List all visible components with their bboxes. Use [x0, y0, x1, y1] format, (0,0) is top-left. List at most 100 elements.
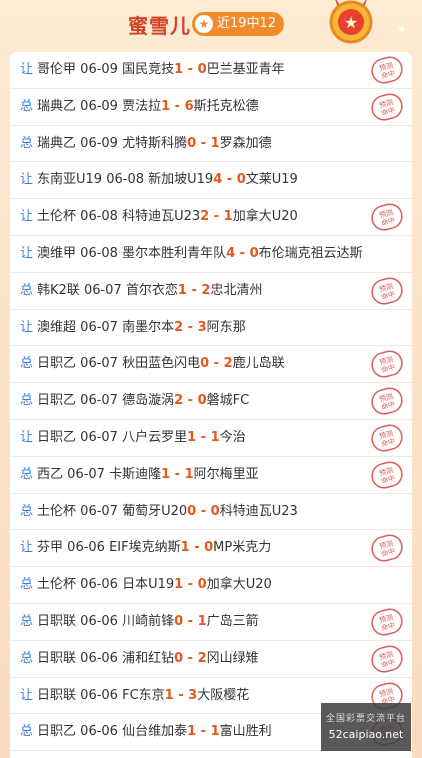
away-team: 富山胜利 — [219, 724, 272, 740]
away-score: 0 — [204, 540, 214, 556]
home-team: 尤特斯科腾 — [122, 135, 188, 151]
list-item[interactable]: 让芬甲 06-06 EIF埃克纳斯1 - 0MP米克力 预测 命中 — [10, 530, 412, 568]
list-item[interactable]: 总日职乙 06-07 德岛漩涡2 - 0磐城FC 预测 命中 — [10, 383, 412, 420]
match-date: 06-08 — [80, 245, 118, 261]
pick-type: 让 — [20, 540, 34, 556]
score-separator: - — [183, 62, 198, 77]
away-team: 大阪樱花 — [197, 687, 250, 703]
away-team: 鹿儿岛联 — [232, 356, 285, 372]
league: 土伦杯 — [37, 577, 77, 593]
away-team: 布伦瑞克祖云达斯 — [258, 245, 363, 261]
prediction-list: 让哥伦甲 06-09 国民竞技1 - 0巴兰基亚青年 预测 命中总瑞典乙 06-09… — [10, 52, 412, 758]
pick-type: 总 — [20, 282, 34, 298]
list-item[interactable]: 让日职乙 06-07 八户云罗里1 - 1今治 预测 命中 — [10, 420, 412, 457]
match-date: 06-09 — [80, 62, 118, 77]
home-score: 0 — [174, 613, 184, 629]
list-item[interactable]: 让澳维超 06-07 南墨尔本2 - 3阿东那 — [10, 310, 412, 347]
home-score: 4 — [213, 172, 223, 188]
league: 土伦杯 — [37, 209, 77, 225]
pick-type: 让 — [20, 62, 34, 77]
hit-stamp-icon: 预测命中 — [371, 56, 403, 84]
pick-type: 让 — [20, 319, 34, 335]
score-separator: - — [196, 429, 211, 445]
away-score: 0 — [249, 245, 259, 261]
list-item[interactable]: 总日职乙 06-07 秋田蓝色闪电0 - 2鹿儿岛联 预测 命中 — [10, 346, 412, 384]
list-item[interactable]: 总日职联 06-06 浦和红钻0 - 2冈山绿雉 预测 命中 — [10, 641, 412, 678]
record-badge: ★ 近19中12 — [192, 12, 284, 36]
pick-type: 总 — [20, 98, 34, 114]
home-score: 0 — [200, 356, 210, 372]
away-score: 6 — [184, 98, 194, 114]
away-team: 文莱U19 — [245, 172, 298, 188]
home-score: 1 — [161, 98, 171, 114]
pick-type: 总 — [20, 724, 34, 740]
hit-stamp-icon: 预测命中 — [371, 534, 403, 562]
away-team: 科特迪瓦U23 — [219, 503, 298, 519]
home-score: 1 — [187, 724, 197, 740]
list-item[interactable]: 让东南亚U19 06-08 新加坡U194 - 0文莱U19 — [10, 162, 412, 200]
away-team: 阿东那 — [206, 319, 246, 335]
league: 日职乙 — [37, 724, 77, 740]
score-separator: - — [209, 209, 224, 225]
away-score: 1 — [210, 429, 220, 445]
hit-stamp-icon: 预测命中 — [371, 461, 403, 489]
pick-type: 总 — [20, 393, 34, 409]
pick-type: 让 — [20, 687, 34, 703]
home-score: 1 — [177, 282, 187, 298]
league: 西乙 — [37, 466, 64, 482]
away-team: 广岛三箭 — [206, 613, 259, 629]
league: 瑞典乙 — [37, 98, 77, 114]
hit-stamp-icon: 预测命中 — [371, 608, 403, 636]
score-separator: - — [209, 356, 224, 372]
away-team: 加拿大U20 — [232, 209, 298, 225]
list-item[interactable]: 总瑞典乙 06-09 尤特斯科腾0 - 1罗森加德 — [10, 126, 412, 163]
list-item[interactable]: 总土伦杯 06-06 日本U191 - 0加拿大U20 — [10, 567, 412, 604]
match-date: 06-07 — [80, 319, 118, 335]
league: 瑞典乙 — [37, 135, 77, 151]
home-team: 国民竞技 — [122, 62, 175, 77]
list-item[interactable]: 总土伦杯 06-07 葡萄牙U200 - 0科特迪瓦U23 — [10, 494, 412, 531]
hit-stamp-icon: 预测命中 — [371, 387, 403, 415]
score-separator: - — [196, 503, 211, 519]
match-date: 06-07 — [80, 503, 118, 519]
list-item[interactable]: 总瑞典乙 06-09 贾法拉1 - 6斯托克松德 预测 命中 — [10, 89, 412, 126]
record-text: 近19中12 — [217, 16, 277, 31]
league: 哥伦甲 — [37, 62, 77, 77]
home-score: 1 — [161, 466, 171, 482]
hit-stamp-icon: 预测命中 — [371, 93, 403, 121]
away-team: 今治 — [219, 429, 246, 445]
away-team: 冈山绿雉 — [206, 650, 259, 666]
away-score: 1 — [184, 466, 194, 482]
home-team: 南墨尔本 — [122, 319, 175, 335]
list-item[interactable]: 总日职联 06-06 川崎前锋0 - 1广岛三箭 预测 命中 — [10, 604, 412, 641]
list-item[interactable]: 总韩K2联 06-07 首尔衣恋1 - 2忠北清州 预测 命中 — [10, 273, 412, 310]
score-separator: - — [183, 613, 198, 629]
sparkle-icon: ✦ — [396, 22, 408, 38]
away-team: 磐城FC — [206, 393, 250, 409]
home-score: 1 — [174, 577, 184, 593]
away-team: 加拿大U20 — [206, 577, 272, 593]
list-item[interactable]: 让哥伦甲 06-09 国民竞技1 - 0巴兰基亚青年 预测 命中 — [10, 52, 412, 89]
match-date: 06-07 — [80, 393, 118, 409]
list-item[interactable]: 总西乙 06-07 卡斯迪隆1 - 1阿尔梅里亚 预测 命中 — [10, 457, 412, 494]
star-icon: ★ — [195, 15, 213, 33]
away-score: 1 — [223, 209, 233, 225]
hit-stamp-icon: 预测命中 — [371, 277, 403, 305]
home-score: 0 — [187, 503, 197, 519]
away-team: 阿尔梅里亚 — [193, 466, 259, 482]
home-score: 1 — [174, 62, 184, 77]
list-item[interactable]: 让土伦杯 06-08 科特迪瓦U232 - 1加拿大U20 预测 命中 — [10, 199, 412, 236]
home-score: 0 — [187, 135, 197, 151]
league: 澳维超 — [37, 319, 77, 335]
league: 日职联 — [37, 650, 77, 666]
expert-name: 蜜雪儿 — [128, 14, 191, 38]
list-item[interactable]: 让澳维甲 06-08 墨尔本胜利青年队4 - 0布伦瑞克祖云达斯 — [10, 236, 412, 273]
pick-type: 总 — [20, 613, 34, 629]
pick-type: 总 — [20, 466, 34, 482]
match-date: 06-09 — [80, 98, 118, 114]
home-team: EIF埃克纳斯 — [109, 540, 181, 556]
league: 日职联 — [37, 687, 77, 703]
home-score: 4 — [226, 245, 236, 261]
hit-stamp-icon: 预测命中 — [371, 350, 403, 378]
away-team: 巴兰基亚青年 — [206, 62, 285, 77]
